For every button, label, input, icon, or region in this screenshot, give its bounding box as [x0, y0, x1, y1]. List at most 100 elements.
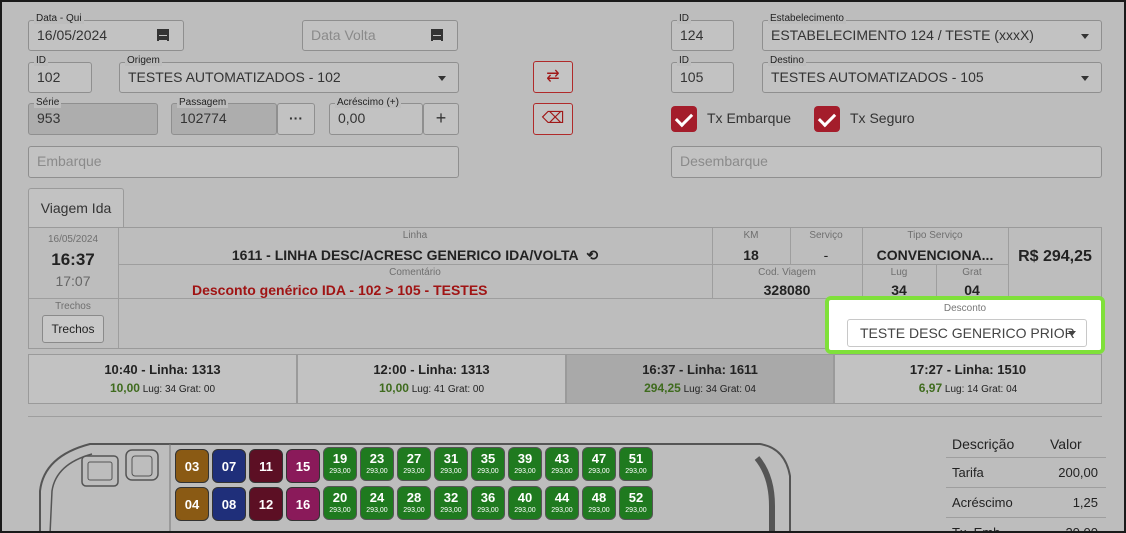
seat-47[interactable]: 47 293,00: [582, 447, 616, 481]
trip-option[interactable]: 17:27 - Linha: 1510 6,97 Lug: 14 Grat: 0…: [834, 354, 1102, 404]
seat-number: 20: [332, 490, 348, 505]
trip-option-price: 10,00: [109, 381, 140, 395]
embarque-field[interactable]: Embarque: [28, 146, 459, 178]
seat-08[interactable]: 08: [212, 487, 246, 521]
trip-option-title: 17:27 - Linha: 1510: [909, 362, 1027, 377]
seat-number: 51: [628, 451, 644, 466]
tx-seguro-checkbox[interactable]: [814, 106, 840, 132]
tipo-servico-label: Tipo Serviço: [907, 230, 963, 241]
acrescimo-plus-button[interactable]: +: [423, 103, 459, 135]
desconto-label: Desconto: [943, 303, 987, 314]
trip-option[interactable]: 10:40 - Linha: 1313 10,00 Lug: 34 Grat: …: [28, 354, 297, 404]
seat-number: 32: [443, 490, 459, 505]
seat-32[interactable]: 32 293,00: [434, 486, 468, 520]
embarque-placeholder: Embarque: [37, 153, 102, 169]
km-value: 18: [743, 247, 759, 263]
seat-price: 293,00: [625, 507, 647, 514]
tx-embarque-checkbox[interactable]: [671, 106, 697, 132]
trip-option-title: 12:00 - Linha: 1313: [373, 362, 490, 377]
clear-button[interactable]: ⌫: [533, 103, 573, 135]
destino-id-label: ID: [677, 55, 691, 66]
summary-row: Tx. Emb 20,00: [946, 517, 1106, 533]
origem-id-field[interactable]: 102: [28, 62, 92, 93]
seat-36[interactable]: 36 293,00: [471, 486, 505, 520]
seat-03[interactable]: 03: [175, 449, 209, 483]
seat-number: 40: [517, 490, 533, 505]
trechos-button[interactable]: Trechos: [42, 315, 104, 343]
grat-label: Grat: [962, 267, 982, 278]
trechos-button-label: Trechos: [51, 322, 95, 336]
seat-price: 293,00: [551, 468, 573, 475]
trip-date: 16/05/2024: [47, 234, 99, 245]
trip-option-grat: Grat: 00: [447, 384, 485, 395]
seat-number: 08: [221, 497, 237, 512]
seat-number: 24: [369, 490, 385, 505]
seat-price: 293,00: [329, 468, 351, 475]
seat-price: 293,00: [551, 507, 573, 514]
desconto-value: TESTE DESC GENERICO PRIOR: [860, 325, 1075, 341]
seat-28[interactable]: 28 293,00: [397, 486, 431, 520]
seat-43[interactable]: 43 293,00: [545, 447, 579, 481]
swap-button[interactable]: ⇄: [533, 61, 573, 93]
seat-04[interactable]: 04: [175, 487, 209, 521]
seat-07[interactable]: 07: [212, 449, 246, 483]
seat-40[interactable]: 40 293,00: [508, 486, 542, 520]
passagem-value: 102774: [180, 110, 227, 126]
seat-11[interactable]: 11: [249, 449, 283, 483]
destino-select[interactable]: TESTES AUTOMATIZADOS - 105: [762, 62, 1102, 93]
seat-16[interactable]: 16: [286, 487, 320, 521]
seat-price: 293,00: [514, 468, 536, 475]
seat-15[interactable]: 15: [286, 449, 320, 483]
data-volta-field[interactable]: Data Volta: [302, 20, 458, 51]
desconto-select[interactable]: TESTE DESC GENERICO PRIOR: [847, 319, 1087, 347]
seat-19[interactable]: 19 293,00: [323, 447, 357, 481]
summary-row-label: Tx. Emb: [952, 525, 1001, 533]
estabelecimento-select[interactable]: ESTABELECIMENTO 124 / TESTE (xxxX): [762, 20, 1102, 51]
seat-44[interactable]: 44 293,00: [545, 486, 579, 520]
trechos-label: Trechos: [55, 301, 91, 312]
desembarque-placeholder: Desembarque: [680, 153, 768, 169]
seat-35[interactable]: 35 293,00: [471, 447, 505, 481]
servico-value: -: [823, 247, 829, 263]
trip-option-selected[interactable]: 16:37 - Linha: 1611 294,25 Lug: 34 Grat:…: [566, 354, 834, 404]
seat-48[interactable]: 48 293,00: [582, 486, 616, 520]
destino-label: Destino: [768, 55, 806, 66]
summary-header-descricao: Descrição: [952, 436, 1015, 452]
seat-price: 293,00: [514, 507, 536, 514]
trip-option[interactable]: 12:00 - Linha: 1313 10,00 Lug: 41 Grat: …: [297, 354, 566, 404]
origem-value: TESTES AUTOMATIZADOS - 102: [128, 69, 341, 85]
estabelecimento-label: Estabelecimento: [768, 13, 846, 24]
seat-52[interactable]: 52 293,00: [619, 486, 653, 520]
trip-option-price: 10,00: [378, 381, 409, 395]
destino-id-value: 105: [680, 69, 704, 85]
origem-id-label: ID: [34, 55, 48, 66]
seat-27[interactable]: 27 293,00: [397, 447, 431, 481]
origem-select[interactable]: TESTES AUTOMATIZADOS - 102: [119, 62, 459, 93]
estabelecimento-id-field[interactable]: 124: [671, 20, 734, 51]
seat-12[interactable]: 12: [249, 487, 283, 521]
seat-20[interactable]: 20 293,00: [323, 486, 357, 520]
tab-viagem-ida[interactable]: Viagem Ida: [28, 188, 124, 228]
tipo-servico-value: CONVENCIONA...: [876, 247, 994, 263]
destino-id-field[interactable]: 105: [671, 62, 734, 93]
data-ida-field[interactable]: 16/05/2024: [28, 20, 184, 51]
seat-number: 04: [184, 497, 200, 512]
passagem-more-button[interactable]: ···: [277, 103, 315, 135]
calendar-icon[interactable]: [157, 29, 169, 41]
seat-39[interactable]: 39 293,00: [508, 447, 542, 481]
seat-23[interactable]: 23 293,00: [360, 447, 394, 481]
seat-51[interactable]: 51 293,00: [619, 447, 653, 481]
linha-label: Linha: [402, 230, 428, 241]
seat-24[interactable]: 24 293,00: [360, 486, 394, 520]
seat-number: 28: [406, 490, 422, 505]
desembarque-field[interactable]: Desembarque: [671, 146, 1102, 178]
seat-31[interactable]: 31 293,00: [434, 447, 468, 481]
estabelecimento-value: ESTABELECIMENTO 124 / TESTE (xxxX): [771, 27, 1034, 43]
trip-option-title: 10:40 - Linha: 1313: [104, 362, 221, 377]
serie-label: Série: [34, 97, 62, 108]
seat-number: 16: [295, 497, 311, 512]
trip-option-lug: Lug: 14: [944, 384, 979, 395]
repeat-icon[interactable]: ⟲: [586, 247, 598, 263]
app-frame: 16/05/2024 Data - Qui Data Volta 102 ID …: [0, 0, 1126, 533]
calendar-icon[interactable]: [431, 29, 443, 41]
